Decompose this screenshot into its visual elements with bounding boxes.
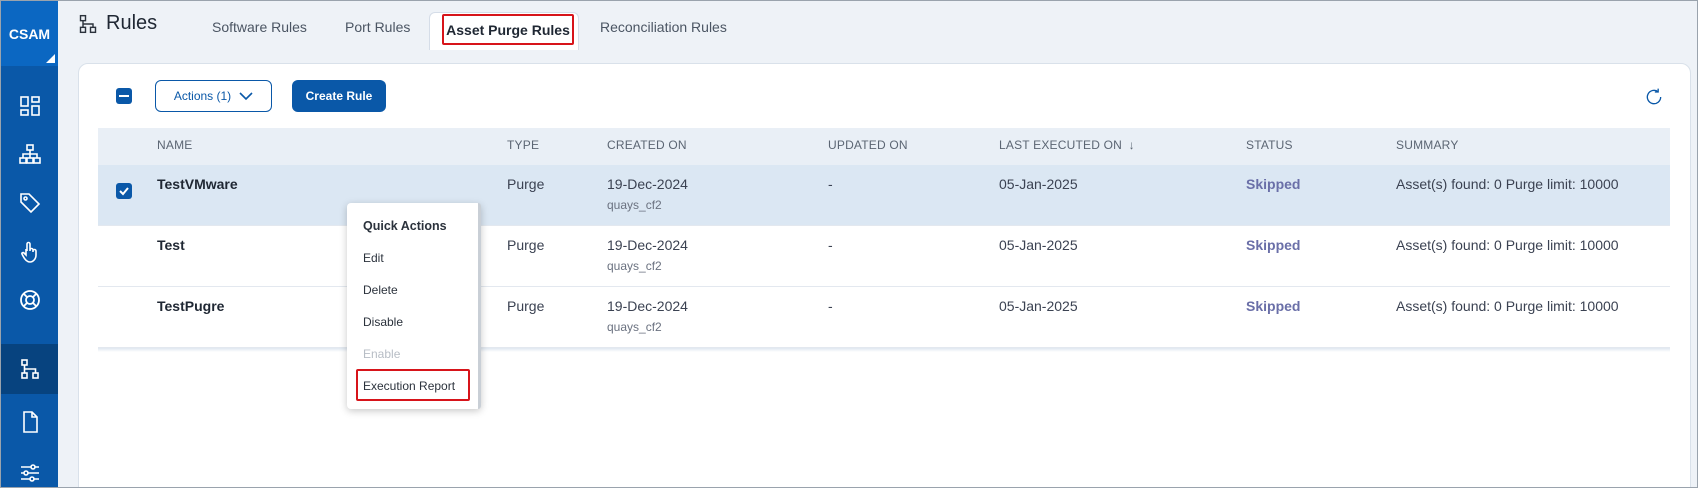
updated-on: - [828,298,833,314]
sidebar-item-tags[interactable] [1,178,58,228]
sidebar-item-touch[interactable] [1,227,58,277]
status-badge: Skipped [1246,237,1301,253]
quick-actions-menu: Quick Actions Edit Delete Disable Enable… [347,203,481,409]
status-badge: Skipped [1246,298,1301,314]
column-header-summary[interactable]: SUMMARY [1396,138,1459,152]
rule-type: Purge [507,298,545,314]
menu-item-enable: Enable [363,347,401,361]
created-by: quays_cf2 [607,259,662,273]
column-header-status[interactable]: STATUS [1246,138,1293,152]
last-executed-on: 05-Jan-2025 [999,176,1078,192]
brand-menu[interactable]: CSAM [1,1,58,66]
create-rule-button[interactable]: Create Rule [292,80,386,112]
sidebar-item-support[interactable] [1,275,58,325]
updated-on: - [828,176,833,192]
sidebar-item-settings[interactable] [1,448,58,487]
tab-asset-purge-rules-label[interactable]: Asset Purge Rules [442,14,574,45]
tab-software-rules[interactable]: Software Rules [212,19,307,35]
document-icon [22,411,38,433]
corner-caret-icon [46,54,55,63]
hierarchy-icon [18,144,41,164]
rule-name[interactable]: TestPugre [157,298,224,314]
tag-icon [19,193,40,214]
column-header-type[interactable]: TYPE [507,138,539,152]
table-row[interactable]: Test Purge 19-Dec-2024 quays_cf2 - 05-Ja… [98,226,1670,287]
column-header-updated-on[interactable]: UPDATED ON [828,138,908,152]
created-by: quays_cf2 [607,320,662,334]
brand-label: CSAM [8,25,51,42]
rule-name[interactable]: TestVMware [157,176,238,192]
column-header-created-on[interactable]: CREATED ON [607,138,687,152]
rule-name[interactable]: Test [157,237,185,253]
menu-item-edit[interactable]: Edit [363,251,384,265]
sliders-icon [20,464,39,482]
rules-icon [20,359,39,379]
lifebuoy-icon [19,290,40,310]
quick-actions-title: Quick Actions [363,219,447,233]
dashboard-icon [19,96,40,116]
chevron-down-icon [239,92,253,101]
check-icon [119,187,129,196]
table-row[interactable]: TestVMware Purge 19-Dec-2024 quays_cf2 -… [98,165,1670,226]
summary: Asset(s) found: 0 Purge limit: 10000 [1396,176,1619,192]
column-header-last-executed-on[interactable]: LAST EXECUTED ON ↓ [999,138,1135,152]
summary: Asset(s) found: 0 Purge limit: 10000 [1396,298,1619,314]
page-header: Rules Software Rules Port Rules Reconcil… [58,1,1697,50]
menu-item-disable[interactable]: Disable [363,315,403,329]
sidebar-item-rules[interactable] [1,344,58,394]
sidebar: CSAM [1,1,58,487]
created-on: 19-Dec-2024 [607,237,688,253]
created-on: 19-Dec-2024 [607,298,688,314]
table-bottom-edge [98,348,1670,352]
created-by: quays_cf2 [607,198,662,212]
rule-type: Purge [507,176,545,192]
menu-item-delete[interactable]: Delete [363,283,398,297]
sidebar-item-documents[interactable] [1,397,58,447]
menu-item-execution-report[interactable]: Execution Report [363,379,455,393]
column-header-name[interactable]: NAME [157,138,192,152]
select-all-checkbox[interactable] [116,88,132,104]
rules-title-icon [79,14,97,34]
menu-scrollbar[interactable] [478,203,481,409]
sidebar-item-hierarchy[interactable] [1,129,58,179]
refresh-icon[interactable] [1644,87,1664,107]
tab-port-rules[interactable]: Port Rules [345,19,410,35]
sidebar-item-dashboard[interactable] [1,81,58,131]
touch-icon [20,241,37,263]
app-window: CSAM Rules Software Rules Port Rules Rec… [0,0,1698,488]
created-on: 19-Dec-2024 [607,176,688,192]
tab-reconciliation-rules[interactable]: Reconciliation Rules [600,19,727,35]
rule-type: Purge [507,237,545,253]
last-executed-on: 05-Jan-2025 [999,298,1078,314]
last-executed-on: 05-Jan-2025 [999,237,1078,253]
sort-down-icon: ↓ [1128,138,1135,152]
page-title: Rules [106,12,158,34]
updated-on: - [828,237,833,253]
row-checkbox[interactable] [116,183,132,199]
column-header-last-executed-label: LAST EXECUTED ON [999,138,1123,152]
status-badge: Skipped [1246,176,1301,192]
summary: Asset(s) found: 0 Purge limit: 10000 [1396,237,1619,253]
actions-dropdown-button[interactable]: Actions (1) [155,80,272,112]
table-row[interactable]: TestPugre Purge 19-Dec-2024 quays_cf2 - … [98,287,1670,348]
actions-label: Actions (1) [173,89,232,103]
